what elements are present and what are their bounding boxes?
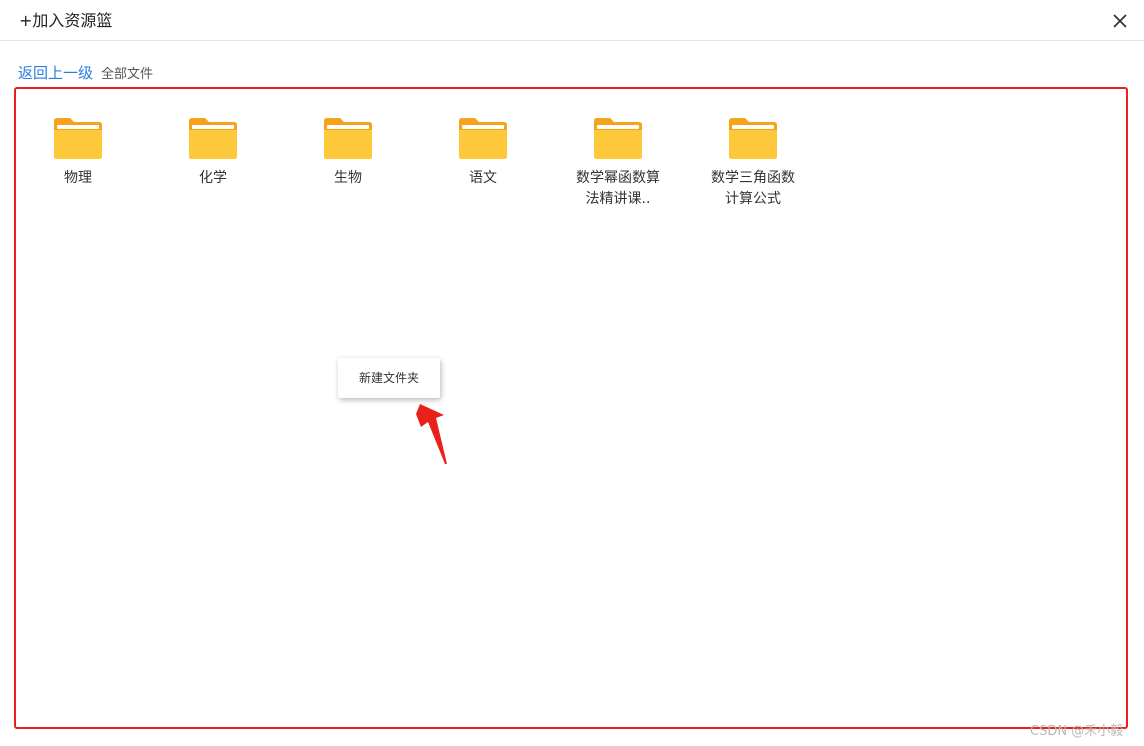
folder-icon	[459, 118, 507, 159]
add-to-resource-basket-dialog: +加入资源篮 返回上一级 全部文件 物理 化学 生物 语文 数学幂函数算法精讲课…	[0, 0, 1144, 746]
folder-name: 数学幂函数算法精讲课..	[576, 170, 660, 207]
annotation-arrow-icon	[416, 404, 447, 464]
folder-icon	[729, 118, 777, 159]
close-icon	[1113, 14, 1127, 28]
folder-name: 化学	[199, 170, 227, 186]
folder-icon	[324, 118, 372, 159]
current-path-label: 全部文件	[101, 67, 154, 82]
folder-icon	[189, 118, 237, 159]
folder-name: 物理	[64, 170, 92, 186]
new-folder-menu-item[interactable]: 新建文件夹	[338, 358, 440, 398]
folder-item[interactable]: 语文	[433, 116, 533, 189]
watermark: CSDN @禾小毅	[1030, 724, 1124, 739]
context-menu: 新建文件夹	[338, 358, 440, 398]
folder-item[interactable]: 数学幂函数算法精讲课..	[568, 116, 668, 210]
folder-item[interactable]: 物理	[28, 116, 128, 189]
close-button[interactable]	[1110, 11, 1130, 31]
folder-icon	[54, 118, 102, 159]
folder-item[interactable]: 化学	[163, 116, 263, 189]
folder-name: 语文	[469, 170, 497, 186]
back-to-parent-link[interactable]: 返回上一级	[18, 64, 93, 82]
breadcrumb: 返回上一级 全部文件	[18, 63, 153, 83]
dialog-title: +加入资源篮	[19, 11, 113, 30]
folder-item[interactable]: 生物	[298, 116, 398, 189]
folder-item[interactable]: 数学三角函数计算公式	[703, 116, 803, 210]
dialog-header: +加入资源篮	[0, 0, 1144, 41]
folder-name: 生物	[334, 170, 362, 186]
file-browser-area[interactable]: 物理 化学 生物 语文 数学幂函数算法精讲课.. 数学三角函数计算公式	[14, 87, 1128, 729]
folder-icon	[594, 118, 642, 159]
folder-name: 数学三角函数计算公式	[711, 170, 795, 207]
